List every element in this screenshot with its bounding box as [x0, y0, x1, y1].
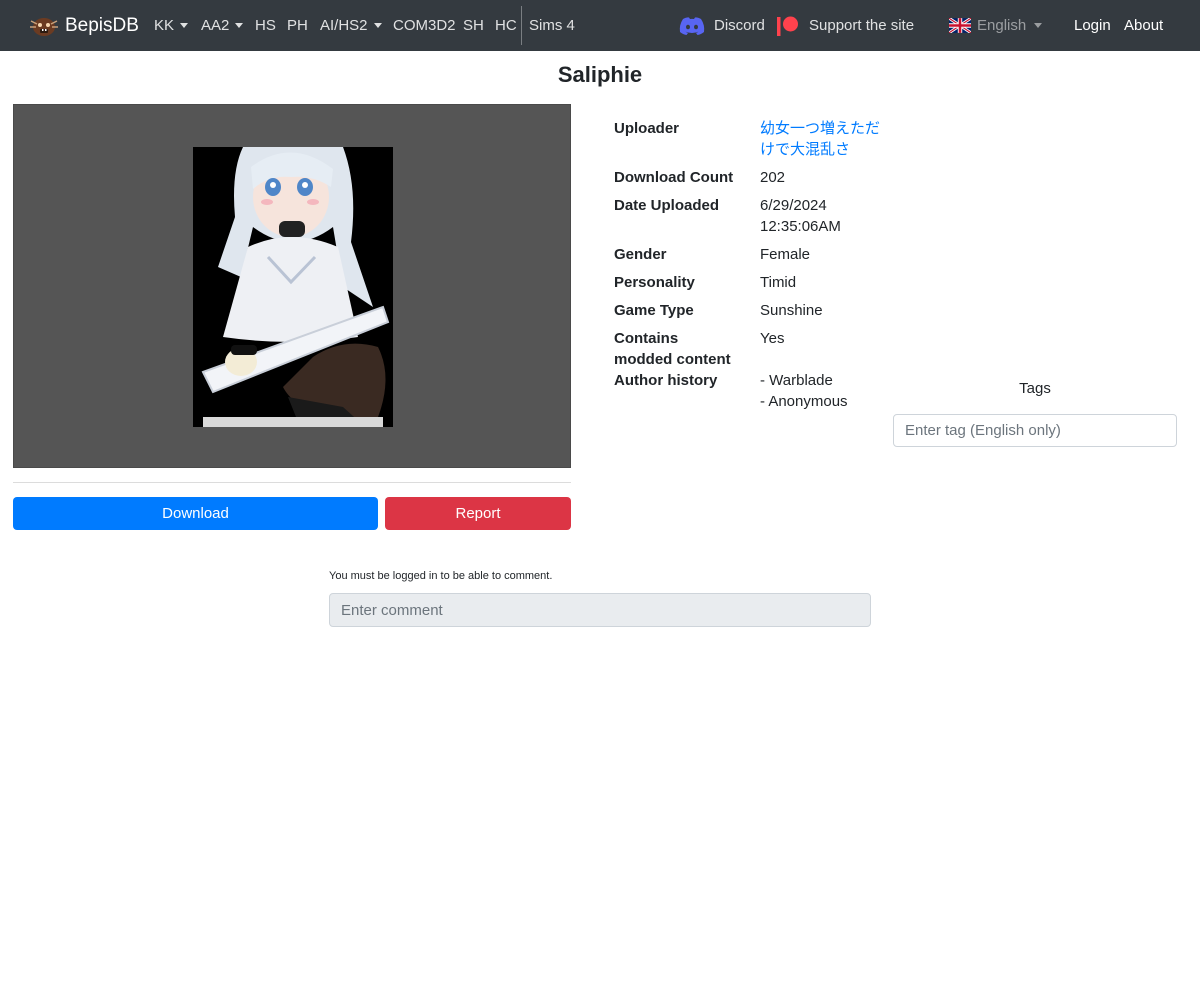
personality-label: Personality [614, 274, 695, 291]
author-history-item: - Warblade [760, 372, 833, 389]
discord-label: Discord [714, 17, 765, 34]
caret-down-icon [235, 23, 244, 28]
language-label: English [977, 17, 1027, 34]
author-history-item: - Anonymous [760, 393, 848, 410]
comment-login-notice: You must be logged in to be able to comm… [329, 570, 553, 582]
report-button[interactable]: Report [385, 497, 571, 530]
language-selector[interactable]: English [949, 0, 1043, 51]
nav-item-kk[interactable]: KK [154, 0, 189, 51]
caret-down-icon [180, 23, 189, 28]
discord-icon [679, 16, 705, 35]
caret-down-icon [1034, 23, 1043, 28]
card-preview [13, 104, 571, 468]
separator-line [13, 482, 571, 483]
nav-item-aa2[interactable]: AA2 [201, 0, 244, 51]
nav-item-sh[interactable]: SH [463, 0, 484, 51]
download-count-label: Download Count [614, 169, 734, 186]
navbar: BepisDB KK AA2 HS PH AI/HS2 COM3D2 SH HC… [0, 0, 1200, 51]
nav-item-ph[interactable]: PH [287, 0, 308, 51]
caret-down-icon [373, 23, 382, 28]
uploader-link[interactable]: 幼女一つ増えただけで大混乱さ [760, 118, 880, 160]
brand-link[interactable]: BepisDB [29, 0, 139, 51]
personality-value: Timid [760, 274, 797, 291]
support-label: Support the site [809, 17, 915, 34]
discord-link[interactable]: Discord [678, 0, 765, 51]
date-line: 6/29/2024 [760, 197, 827, 214]
uk-flag-icon [949, 18, 971, 33]
patreon-icon [777, 16, 798, 36]
date-uploaded-label: Date Uploaded [614, 197, 720, 214]
login-link[interactable]: Login [1074, 0, 1111, 51]
nav-item-hc[interactable]: HC [495, 0, 517, 51]
time-line: 12:35:06AM [760, 218, 841, 235]
author-history-value: - Warblade - Anonymous [760, 370, 848, 412]
tag-input[interactable] [893, 414, 1177, 447]
modded-content-value: Yes [760, 330, 785, 347]
brand-name: BepisDB [65, 14, 139, 36]
game-type-label: Game Type [614, 302, 694, 319]
gender-label: Gender [614, 246, 667, 263]
nav-item-sims4[interactable]: Sims 4 [529, 0, 575, 51]
author-history-label: Author history [614, 372, 718, 389]
nav-item-ai-hs2[interactable]: AI/HS2 [320, 0, 382, 51]
modded-content-label: Contains modded content [614, 330, 731, 368]
download-button[interactable]: Download [13, 497, 378, 530]
character-card-image [193, 147, 393, 427]
uploader-label: Uploader [614, 120, 680, 137]
page-title: Saliphie [557, 62, 643, 87]
nav-item-com3d2[interactable]: COM3D2 [393, 0, 456, 51]
bepis-logo-icon [30, 17, 58, 36]
date-uploaded-value: 6/29/2024 12:35:06AM [760, 195, 841, 237]
game-type-value: Sunshine [760, 302, 823, 319]
about-link[interactable]: About [1124, 0, 1163, 51]
comment-input[interactable] [329, 593, 871, 627]
download-count-value: 202 [760, 169, 786, 186]
nav-divider [521, 6, 522, 45]
support-link[interactable]: Support the site [777, 0, 914, 51]
tags-label: Tags [1019, 380, 1051, 397]
nav-item-hs[interactable]: HS [255, 0, 276, 51]
gender-value: Female [760, 246, 811, 263]
